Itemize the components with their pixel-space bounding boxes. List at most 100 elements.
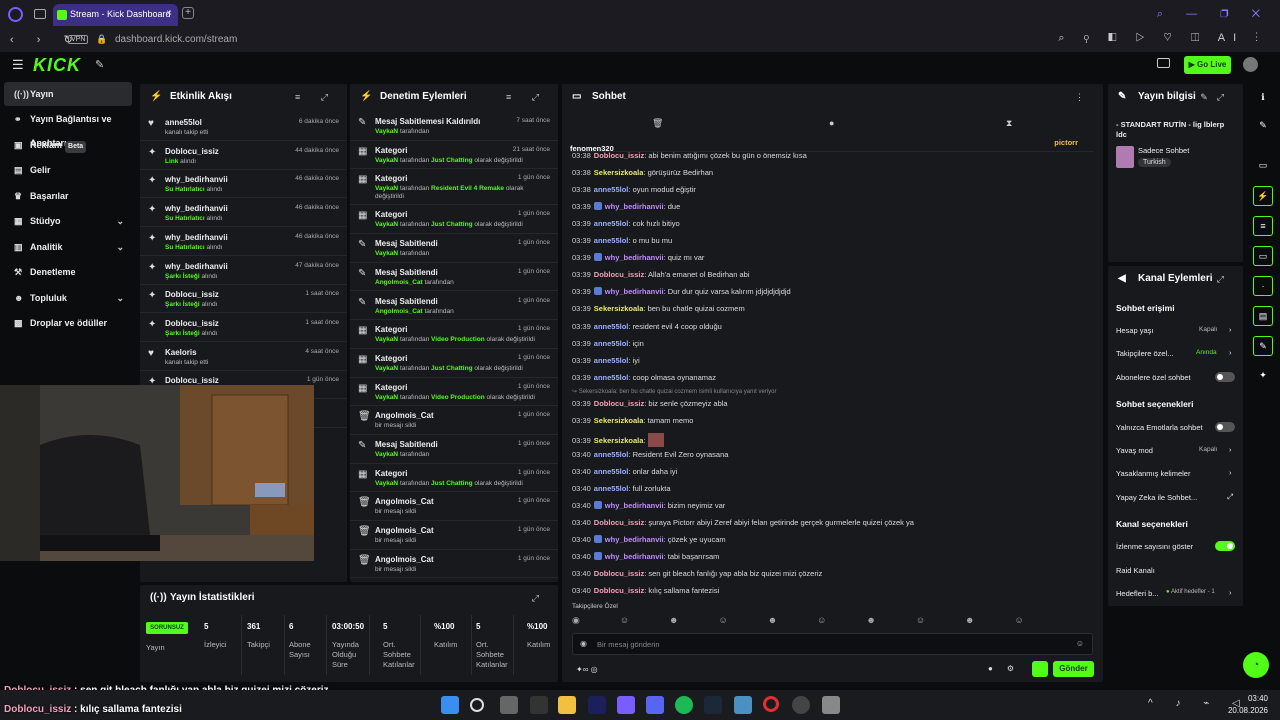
moderation-row[interactable]: 🗑 Angolmois_Cat bir mesajı sildi 1 gün ö… — [350, 406, 558, 435]
activity-row[interactable]: ✦ why_bedirhanvii Su Hatırlatıcı alındı … — [140, 199, 347, 228]
sidebar-item-yayin[interactable]: ((·)) Yayın — [4, 82, 132, 106]
sidebar-item-revenue[interactable]: ▤ Gelir — [4, 158, 132, 182]
sidebar-item-drops[interactable]: ▩ Droplar ve ödüller — [4, 311, 132, 335]
chat-username[interactable]: anne55lol — [594, 322, 629, 331]
chat-bubble-icon[interactable]: ● — [829, 118, 834, 128]
sidebar-item-achievements[interactable]: ♛ Başarılar — [4, 184, 132, 208]
vpn-badge[interactable]: VPN — [68, 35, 89, 44]
more-icon[interactable]: ⋮ — [1075, 84, 1093, 110]
panel-tools[interactable]: ≡ ⤢ — [506, 84, 548, 110]
chat-username[interactable]: why_bedirhanvii — [605, 287, 664, 296]
ai-chat-label[interactable]: Yapay Zeka ile Sohbet... — [1116, 493, 1197, 502]
chat-username[interactable]: Doblocu_issiz — [594, 518, 644, 527]
chat-username[interactable]: why_bedirhanvii — [605, 501, 664, 510]
browser-toolbar-icons[interactable]: ⌕ ⚲ ◧ ▷ ♡ ◫ AI ⋮ — [1058, 32, 1266, 45]
opera-icon[interactable] — [763, 696, 779, 712]
chat-icon[interactable]: ▭ — [1253, 246, 1273, 266]
avatar[interactable] — [1243, 57, 1258, 72]
wrench-icon[interactable]: ✎ — [1253, 336, 1273, 356]
info-icon[interactable]: ℹ — [1253, 88, 1273, 108]
chat-username[interactable]: Doblocu_issiz — [594, 399, 644, 408]
chat-username[interactable]: Doblocu_issiz — [594, 270, 644, 279]
chat-username[interactable]: Sekersizkoala — [594, 416, 644, 425]
tag-chip[interactable]: Turkish — [1138, 158, 1171, 167]
chat-username[interactable]: why_bedirhanvii — [605, 535, 664, 544]
external-link-icon[interactable]: ⤢ — [1227, 492, 1233, 502]
search-icon[interactable] — [470, 698, 484, 712]
settings-app-icon[interactable] — [822, 696, 840, 714]
emoji-icon[interactable]: ◉ — [580, 639, 587, 648]
chat-username[interactable]: anne55lol — [594, 373, 629, 382]
moderation-row[interactable]: ▦ Kategori VaykaN tarafından Video Produ… — [350, 378, 558, 407]
moderation-row[interactable]: ✎ Mesaj Sabitlendi Angolmois_Cat tarafın… — [350, 292, 558, 321]
sidebar-item-community[interactable]: ☻ Topluluk ⌄ — [4, 286, 132, 310]
moderation-row[interactable]: 🗑 Angolmois_Cat bir mesajı sildi 1 gün ö… — [350, 550, 558, 579]
activity-row[interactable]: ✦ Doblocu_issiz Şarkı İsteği alındı 1 sa… — [140, 285, 347, 314]
moderation-row[interactable]: 🗑 Angolmois_Cat bir mesajı sildi 1 gün ö… — [350, 492, 558, 522]
followers-only-value[interactable]: Anında — [1196, 349, 1217, 356]
lock-icon[interactable]: 🔒 — [96, 34, 107, 45]
followers-only-setting[interactable]: Takipçilere özel... — [1116, 349, 1174, 358]
expand-icon[interactable]: ⤢ — [532, 585, 548, 611]
window-controls[interactable]: ⌕ — ❐ ✕ — [1157, 8, 1270, 21]
browser-tab[interactable]: Stream - Kick Dashboard × — [53, 4, 178, 26]
chevron-right-icon[interactable]: › — [1229, 325, 1232, 334]
banned-words-label[interactable]: Yasaklanmış kelimeler — [1116, 469, 1190, 478]
support-chat-icon[interactable]: ◔ — [1243, 652, 1269, 678]
kick-logo[interactable]: KICK — [33, 55, 81, 76]
activity-row[interactable]: ♥ anne55lol kanalı takip etti 6 dakika ö… — [140, 113, 347, 141]
clock-date[interactable]: 20.08.2026 — [1222, 706, 1268, 715]
broadcast-icon[interactable]: · — [1253, 276, 1273, 296]
moderation-row[interactable]: ✎ Mesaj Sabitlendi VaykaN tarafından 1 g… — [350, 234, 558, 263]
chat-username[interactable]: Sekersizkoala — [594, 168, 644, 177]
apps-icon[interactable]: ✦ — [1253, 366, 1273, 386]
chat-username[interactable]: Doblocu_issiz — [594, 151, 644, 160]
moderation-row[interactable]: ▦ Kategori VaykaN tarafından Resident Ev… — [350, 169, 558, 206]
activity-row[interactable]: ✦ why_bedirhanvii Şarkı İsteği alındı 47… — [140, 257, 347, 285]
account-age-value[interactable]: Kapalı — [1199, 326, 1217, 333]
chevron-right-icon[interactable]: › — [1229, 445, 1232, 454]
new-tab-button[interactable]: + — [182, 7, 194, 19]
sidebar-item-moderation[interactable]: ⚒ Denetleme — [4, 260, 132, 284]
slow-mode-label[interactable]: Yavaş mod — [1116, 446, 1153, 455]
chat-username[interactable]: anne55lol — [594, 219, 629, 228]
sidebar-item-stream-key[interactable]: ⚭ Yayın Bağlantısı ve Anahtarı — [4, 107, 132, 148]
after-effects-icon[interactable] — [588, 696, 606, 714]
chevron-right-icon[interactable]: › — [1229, 468, 1232, 477]
close-tab-icon[interactable]: × — [166, 8, 172, 19]
moderation-row[interactable]: 🗑 Angolmois_Cat bir mesajı sildi 1 gün ö… — [350, 521, 558, 550]
chat-username[interactable]: anne55lol — [594, 236, 629, 245]
chat-username[interactable]: anne55lol — [594, 467, 629, 476]
account-age-label[interactable]: Hesap yaşı — [1116, 326, 1154, 335]
sidebar-item-analytics[interactable]: ▥ Analitik ⌄ — [4, 235, 132, 259]
chat-username[interactable]: Doblocu_issiz — [594, 569, 644, 578]
pinned-bar[interactable]: fenomen320 pictorr — [570, 138, 1094, 153]
emote-bar[interactable]: ◉☺☻☺☻☺☻☺☻☺ — [572, 615, 1092, 629]
spotify-icon[interactable] — [675, 696, 693, 714]
moderation-row[interactable]: ✎ Mesaj Sabitlendi VaykaN tarafından 1 g… — [350, 435, 558, 464]
moderation-row[interactable]: ✎ Mesaj Sabitlendi Angolmois_Cat tarafın… — [350, 263, 558, 292]
clock-time[interactable]: 03:40 — [1228, 694, 1268, 703]
moderation-row[interactable]: ▦ Kategori VaykaN tarafından Video Produ… — [350, 320, 558, 349]
chevron-right-icon[interactable]: › — [1229, 588, 1232, 597]
pencil-icon[interactable]: ✎ — [1253, 116, 1273, 136]
expand-icon[interactable]: ⤢ — [1217, 266, 1233, 292]
activity-row[interactable]: ✦ Doblocu_issiz Link alındı 44 dakika ön… — [140, 142, 347, 170]
chat-username[interactable]: anne55lol — [594, 339, 629, 348]
trash-icon[interactable]: 🗑 — [652, 118, 663, 129]
chat-username[interactable]: anne55lol — [594, 185, 629, 194]
chat-tools-icon[interactable]: ✦∞ ◎ — [576, 665, 598, 674]
chat-username[interactable]: Sekersizkoala — [594, 304, 644, 313]
goals-label[interactable]: Hedefleri b... — [1116, 589, 1159, 598]
kick-bot-icon[interactable] — [1032, 661, 1048, 677]
chat-username[interactable]: Doblocu_issiz — [594, 586, 644, 595]
chat-username[interactable]: anne55lol — [594, 356, 629, 365]
activity-row[interactable]: ✦ Doblocu_issiz Şarkı İsteği alındı 1 sa… — [140, 314, 347, 342]
sidebar-item-studio[interactable]: ▦ Stüdyo ⌄ — [4, 209, 132, 233]
chat-username[interactable]: Sekersizkoala — [594, 436, 644, 445]
pin-icon[interactable]: ✎ — [95, 58, 104, 71]
bolt-icon[interactable]: ⚡ — [1253, 186, 1273, 206]
url-input[interactable]: dashboard.kick.com/stream — [115, 34, 237, 45]
chat-username[interactable]: anne55lol — [594, 450, 629, 459]
activity-row[interactable]: ✦ why_bedirhanvii Su Hatırlatıcı alındı … — [140, 170, 347, 199]
